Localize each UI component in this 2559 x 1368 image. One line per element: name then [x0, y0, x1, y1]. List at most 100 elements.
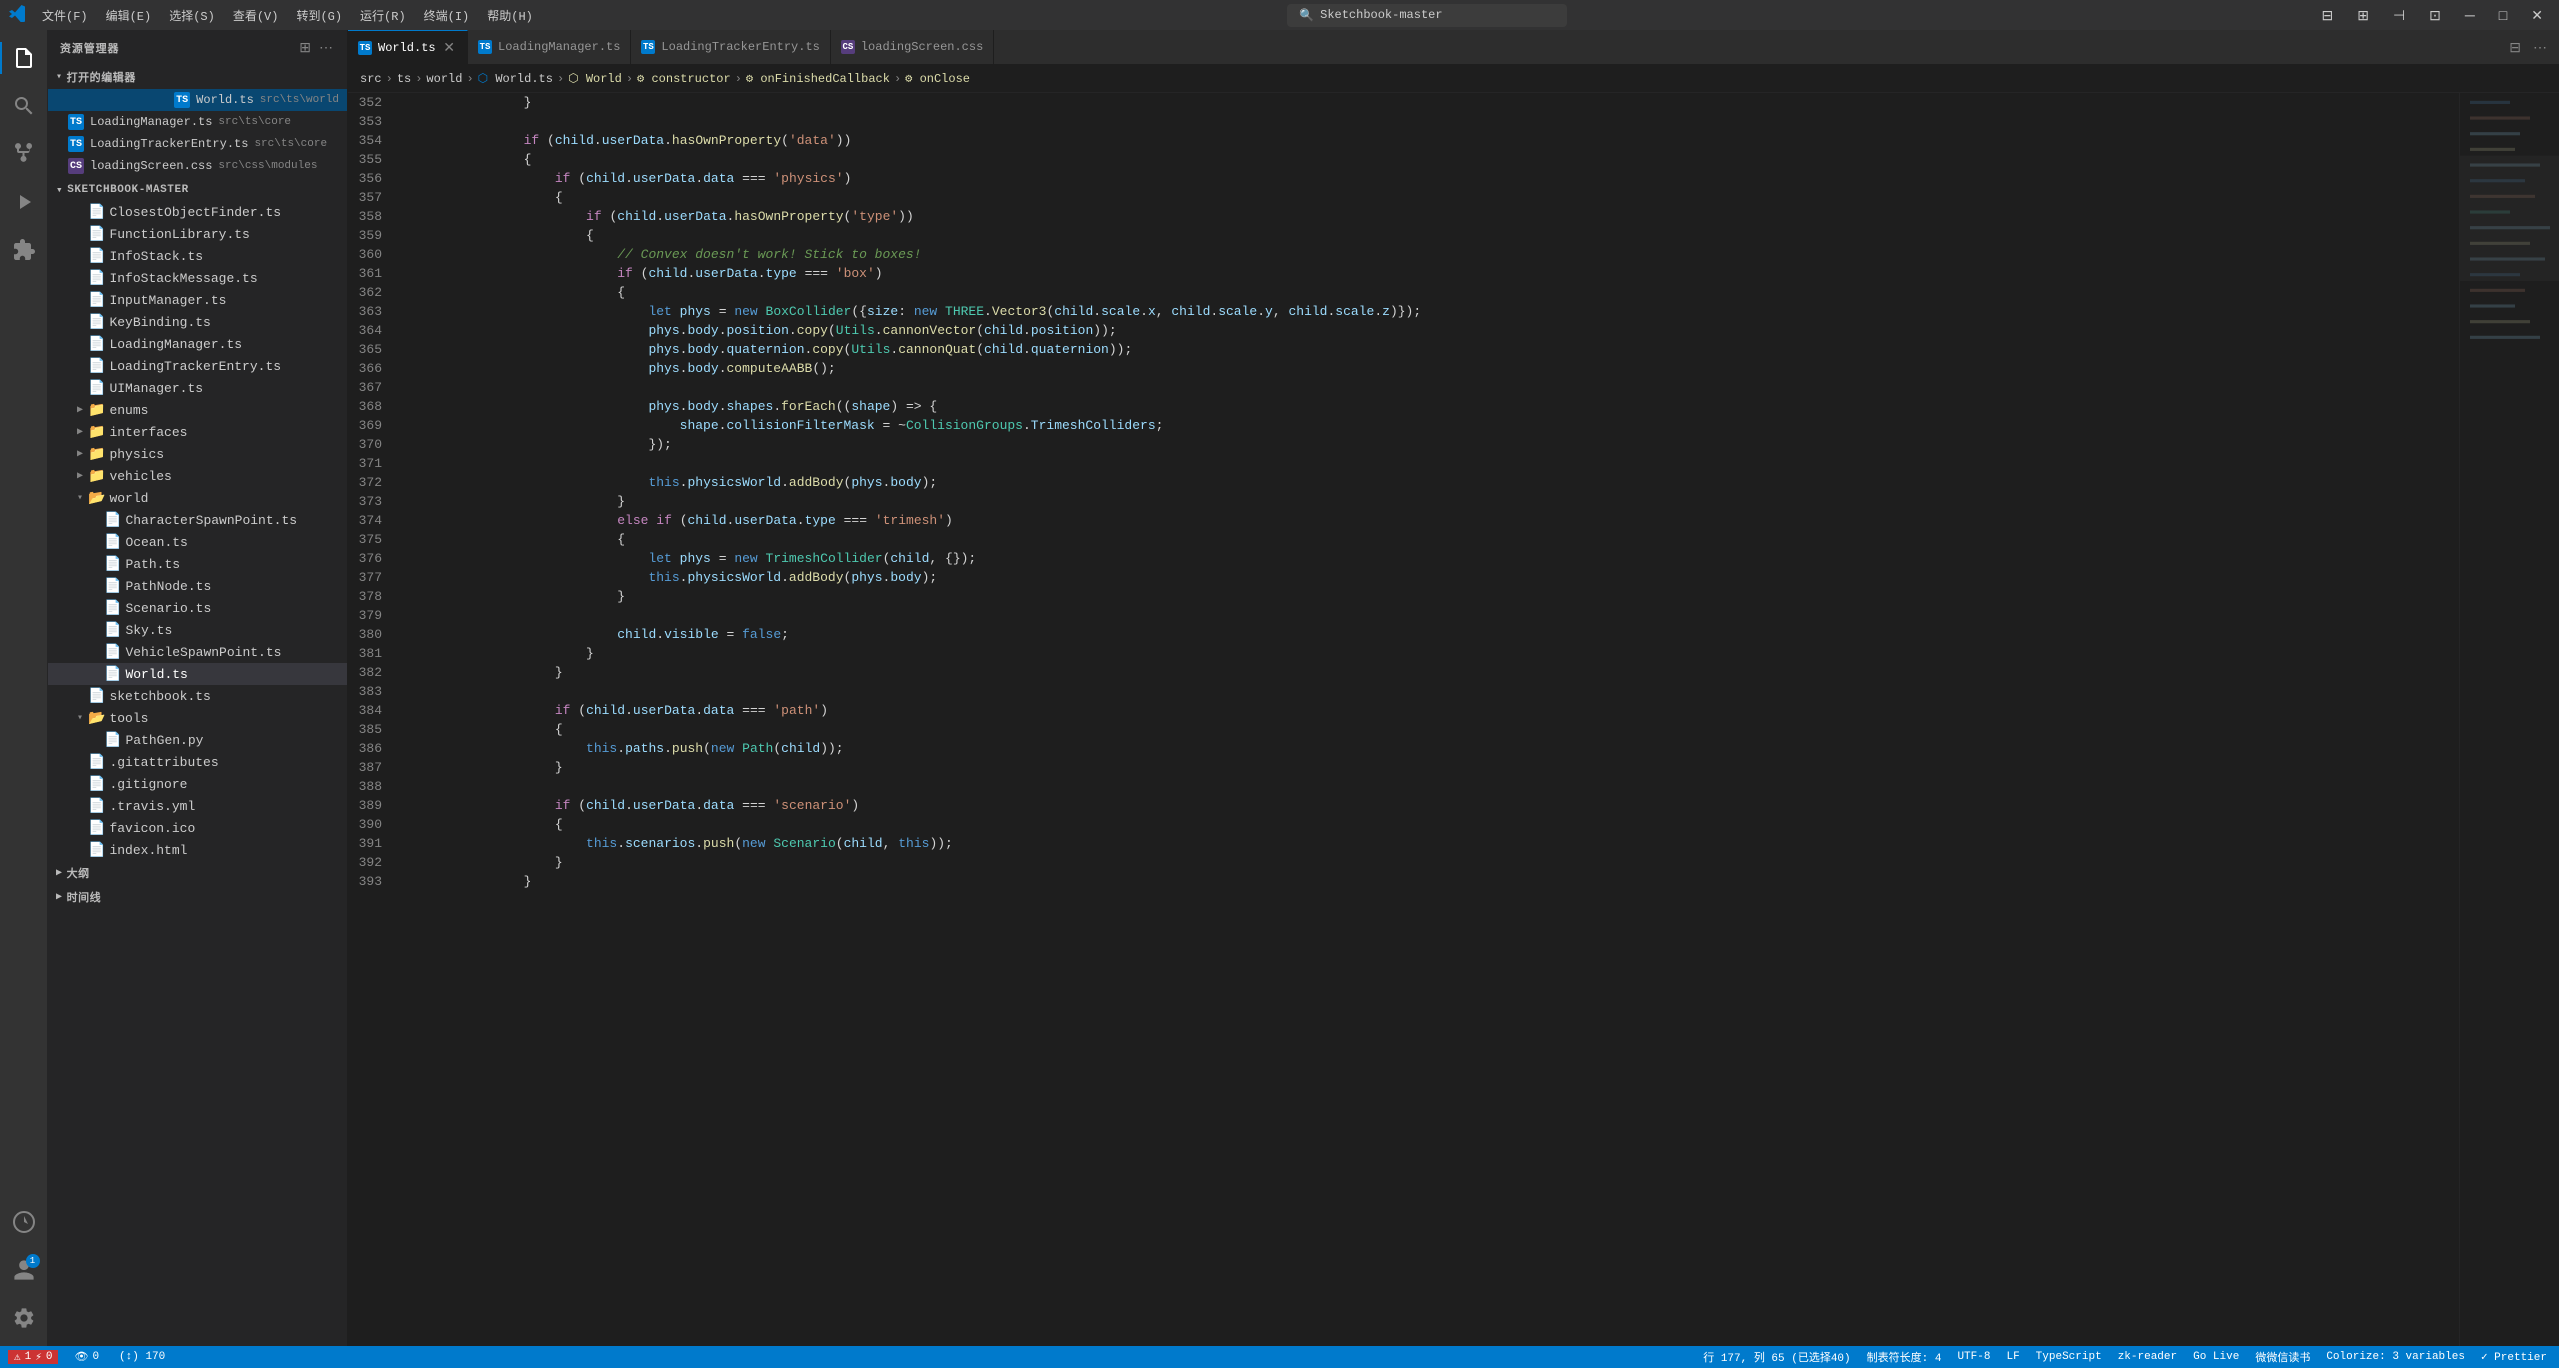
tree-gitattributes[interactable]: 📄 .gitattributes: [48, 751, 347, 773]
tree-input-manager[interactable]: 📄 InputManager.ts: [48, 289, 347, 311]
activity-extensions[interactable]: [0, 226, 48, 274]
outline-section[interactable]: ▶ 大纲: [48, 861, 347, 885]
menu-view[interactable]: 查看(V): [225, 3, 287, 28]
tree-vehicle-spawn-point[interactable]: 📄 VehicleSpawnPoint.ts: [48, 641, 347, 663]
activity-source-control[interactable]: [0, 130, 48, 178]
tree-scenario[interactable]: 📄 Scenario.ts: [48, 597, 347, 619]
panel-toggle-icon[interactable]: ⊞: [2349, 3, 2377, 28]
tree-function-library[interactable]: 📄 FunctionLibrary.ts: [48, 223, 347, 245]
tree-loading-tracker-entry[interactable]: 📄 LoadingTrackerEntry.ts: [48, 355, 347, 377]
activity-account[interactable]: 1: [0, 1246, 48, 1294]
tree-tools-folder[interactable]: ▾ 📂 tools: [48, 707, 347, 729]
tree-path[interactable]: 📄 Path.ts: [48, 553, 347, 575]
prettier-status[interactable]: ✓ Prettier: [2477, 1349, 2551, 1365]
tree-enums-folder[interactable]: ▶ 📁 enums: [48, 399, 347, 421]
tree-world-ts[interactable]: 📄 World.ts: [48, 663, 347, 685]
tree-sketchbook[interactable]: 📄 sketchbook.ts: [48, 685, 347, 707]
menu-terminal[interactable]: 终端(I): [416, 3, 478, 28]
customize-layout-icon[interactable]: ⊡: [2421, 3, 2449, 28]
encoding-status[interactable]: UTF-8: [1953, 1349, 1994, 1365]
open-editor-world-ts[interactable]: ✕ TS World.ts src\ts\world: [48, 89, 347, 111]
cursor-position-status[interactable]: (↕) 170: [115, 1351, 169, 1363]
tree-index-html[interactable]: 📄 index.html: [48, 839, 347, 861]
tab-loading-manager[interactable]: TS LoadingManager.ts: [468, 30, 631, 65]
close-tab-world-ts[interactable]: ✕: [441, 39, 457, 56]
breadcrumb-on-finished-callback[interactable]: ⚙ onFinishedCallback: [746, 71, 890, 86]
minimize-button[interactable]: ─: [2457, 3, 2483, 27]
weixin-status[interactable]: 微微信读书: [2251, 1349, 2314, 1365]
tree-info-stack[interactable]: 📄 InfoStack.ts: [48, 245, 347, 267]
tree-gitignore[interactable]: 📄 .gitignore: [48, 773, 347, 795]
tree-info-stack-message[interactable]: 📄 InfoStackMessage.ts: [48, 267, 347, 289]
tree-interfaces-folder[interactable]: ▶ 📁 interfaces: [48, 421, 347, 443]
go-live-status[interactable]: Go Live: [2189, 1349, 2243, 1365]
search-bar[interactable]: 🔍 Sketchbook-master: [1287, 4, 1567, 27]
language-status[interactable]: TypeScript: [2032, 1349, 2106, 1365]
tab-world-ts[interactable]: TS World.ts ✕: [348, 30, 468, 65]
tree-favicon[interactable]: 📄 favicon.ico: [48, 817, 347, 839]
menu-edit[interactable]: 编辑(E): [98, 3, 160, 28]
open-editors-section[interactable]: ▾ 打开的编辑器: [48, 65, 347, 89]
key-binding-name: KeyBinding.ts: [109, 315, 210, 330]
open-editor-loading-screen[interactable]: CS loadingScreen.css src\css\modules: [48, 155, 347, 177]
layout-toggle-icon[interactable]: ⊟: [2313, 3, 2341, 28]
maximize-button[interactable]: □: [2491, 3, 2515, 27]
activity-run[interactable]: [0, 178, 48, 226]
cursor-info-status[interactable]: 行 177, 列 65 (已选择40): [1699, 1349, 1854, 1365]
explorer-section[interactable]: ▾ SKETCHBOOK-MASTER: [48, 177, 347, 201]
live-share-status[interactable]: 👁 0: [70, 1350, 103, 1364]
menu-help[interactable]: 帮助(H): [479, 3, 541, 28]
activity-explorer[interactable]: [0, 34, 48, 82]
tree-physics-folder[interactable]: ▶ 📁 physics: [48, 443, 347, 465]
tab-size-status[interactable]: 制表符长度: 4: [1863, 1349, 1946, 1365]
breadcrumb-world-file[interactable]: ⬡ World.ts: [478, 71, 553, 86]
activity-settings[interactable]: [0, 1294, 48, 1342]
sidebar-right-icon[interactable]: ⊣: [2385, 3, 2413, 28]
tree-travis[interactable]: 📄 .travis.yml: [48, 795, 347, 817]
breadcrumb-ts[interactable]: ts: [397, 72, 411, 86]
code-content[interactable]: 352 } 353 354 if (child.userData.hasOwnP…: [348, 93, 2459, 1346]
zk-reader-status[interactable]: zk-reader: [2114, 1349, 2181, 1365]
menu-select[interactable]: 选择(S): [161, 3, 223, 28]
line-ending-status[interactable]: LF: [2002, 1349, 2023, 1365]
open-editor-loading-manager[interactable]: TS LoadingManager.ts src\ts\core: [48, 111, 347, 133]
tree-sky[interactable]: 📄 Sky.ts: [48, 619, 347, 641]
breadcrumb-on-close[interactable]: ⚙ onClose: [905, 71, 970, 86]
more-tabs-button[interactable]: ⋯: [2529, 35, 2551, 60]
tab-loading-tracker[interactable]: TS LoadingTrackerEntry.ts: [631, 30, 830, 65]
timeline-section[interactable]: ▶ 时间线: [48, 885, 347, 909]
tree-path-node[interactable]: 📄 PathNode.ts: [48, 575, 347, 597]
tree-loading-manager[interactable]: 📄 LoadingManager.ts: [48, 333, 347, 355]
activity-search[interactable]: [0, 82, 48, 130]
breadcrumb-constructor[interactable]: ⚙ constructor: [637, 71, 731, 86]
menu-run[interactable]: 运行(R): [352, 3, 414, 28]
index-html-name: index.html: [109, 843, 187, 858]
tree-character-spawn-point[interactable]: 📄 CharacterSpawnPoint.ts: [48, 509, 347, 531]
colorize-status[interactable]: Colorize: 3 variables: [2322, 1349, 2469, 1365]
breadcrumb-src[interactable]: src: [360, 72, 382, 86]
breadcrumb-world-class[interactable]: ⬡ World: [568, 71, 622, 86]
physics-folder-name: physics: [109, 447, 164, 462]
tree-vehicles-folder[interactable]: ▶ 📁 vehicles: [48, 465, 347, 487]
split-editor-button[interactable]: ⊟: [2505, 35, 2525, 60]
activity-remote[interactable]: [0, 1198, 48, 1246]
menu-goto[interactable]: 转到(G): [288, 3, 350, 28]
more-actions-button[interactable]: ⋯: [317, 37, 335, 58]
tab-size-text: 制表符长度: 4: [1867, 1349, 1942, 1365]
open-editor-loading-tracker[interactable]: TS LoadingTrackerEntry.ts src\ts\core: [48, 133, 347, 155]
tree-closest-object-finder[interactable]: 📄 ClosestObjectFinder.ts: [48, 201, 347, 223]
scenario-name: Scenario.ts: [125, 601, 211, 616]
tree-key-binding[interactable]: 📄 KeyBinding.ts: [48, 311, 347, 333]
tree-path-gen[interactable]: 📄 PathGen.py: [48, 729, 347, 751]
menu-file[interactable]: 文件(F): [34, 3, 96, 28]
tree-world-folder[interactable]: ▾ 📂 world: [48, 487, 347, 509]
new-file-button[interactable]: ⊞: [297, 37, 313, 58]
tree-ocean[interactable]: 📄 Ocean.ts: [48, 531, 347, 553]
ts-file-icon: 📄: [104, 512, 121, 529]
code-line-355: 355 {: [348, 150, 2459, 169]
tab-loading-screen[interactable]: CS loadingScreen.css: [831, 30, 994, 65]
tree-ui-manager[interactable]: 📄 UIManager.ts: [48, 377, 347, 399]
error-status[interactable]: ⚠ 1 ⚡ 0: [8, 1350, 58, 1364]
breadcrumb-world-dir[interactable]: world: [426, 72, 462, 86]
close-button[interactable]: ✕: [2523, 3, 2551, 28]
